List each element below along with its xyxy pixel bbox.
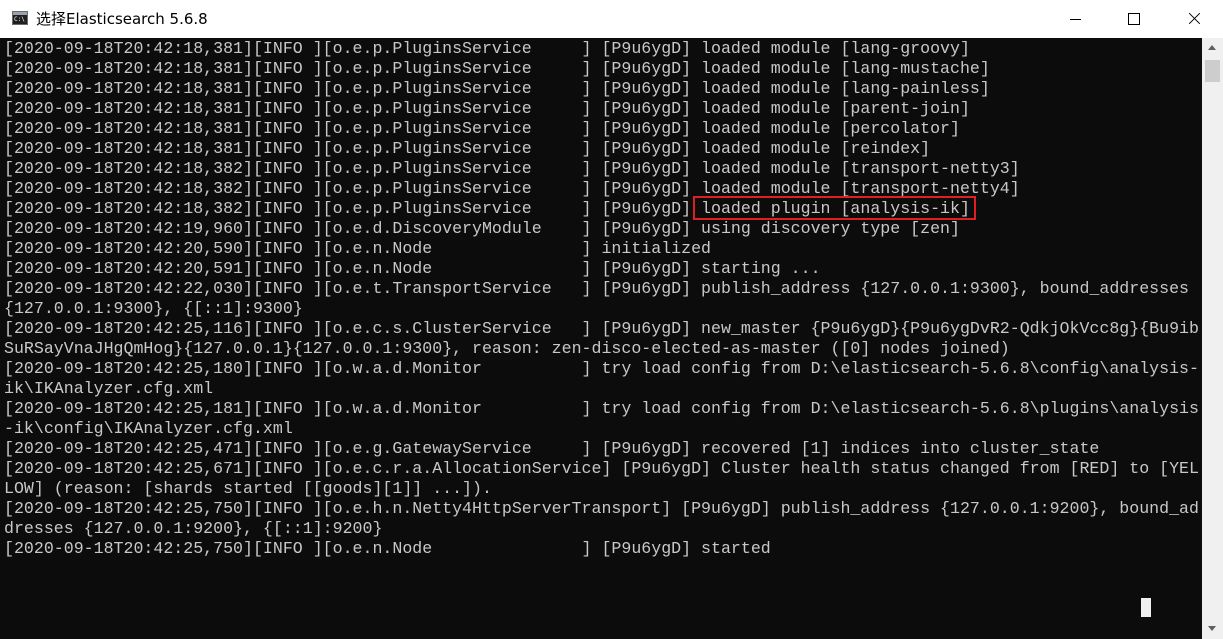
log-line: [2020-09-18T20:42:18,381][INFO ][o.e.p.P… (4, 99, 970, 118)
log-line: [2020-09-18T20:42:25,471][INFO ][o.e.g.G… (4, 439, 1100, 458)
log-line: [2020-09-18T20:42:20,590][INFO ][o.e.n.N… (4, 239, 712, 258)
log-line: [2020-09-18T20:42:18,382][INFO ][o.e.p.P… (4, 179, 1020, 198)
maximize-icon (1128, 13, 1140, 25)
log-line: SuRSayVnaJHgQmHog}{127.0.0.1}{127.0.0.1:… (4, 339, 1010, 358)
console-app-icon[interactable] (12, 11, 28, 25)
log-line: [2020-09-18T20:42:25,180][INFO ][o.w.a.d… (4, 359, 1199, 378)
log-line: [2020-09-18T20:42:18,381][INFO ][o.e.p.P… (4, 79, 990, 98)
log-line: LOW] (reason: [shards started [[goods][1… (4, 479, 492, 498)
close-button[interactable] (1165, 0, 1223, 38)
log-line: {127.0.0.1:9300}, {[::1]:9300} (4, 299, 303, 318)
scroll-up-arrow-icon[interactable] (1202, 38, 1223, 58)
log-line: [2020-09-18T20:42:22,030][INFO ][o.e.t.T… (4, 279, 1189, 298)
log-line: -ik\config\IKAnalyzer.cfg.xml (4, 419, 293, 438)
console-window: 选择Elasticsearch 5.6.8 [2020-09-18T20:42:… (0, 0, 1223, 639)
log-line: [2020-09-18T20:42:25,181][INFO ][o.w.a.d… (4, 399, 1199, 418)
scroll-thumb[interactable] (1205, 60, 1220, 82)
minimize-button[interactable] (1046, 0, 1104, 38)
log-line: ik\IKAnalyzer.cfg.xml (4, 379, 214, 398)
log-line: [2020-09-18T20:42:18,381][INFO ][o.e.p.P… (4, 139, 931, 158)
log-lines: [2020-09-18T20:42:18,381][INFO ][o.e.p.P… (4, 39, 1202, 559)
log-line: [2020-09-18T20:42:25,750][INFO ][o.e.n.N… (4, 539, 771, 558)
window-title: 选择Elasticsearch 5.6.8 (36, 10, 208, 28)
log-line: [2020-09-18T20:42:19,960][INFO ][o.e.d.D… (4, 219, 960, 238)
log-line: [2020-09-18T20:42:18,382][INFO ][o.e.p.P… (4, 159, 1020, 178)
log-line: [2020-09-18T20:42:25,116][INFO ][o.e.c.s… (4, 319, 1199, 338)
minimize-icon (1070, 19, 1081, 20)
log-line: [2020-09-18T20:42:18,382][INFO ][o.e.p.P… (4, 199, 970, 218)
log-line: [2020-09-18T20:42:18,381][INFO ][o.e.p.P… (4, 39, 970, 58)
title-bar[interactable]: 选择Elasticsearch 5.6.8 (0, 0, 1223, 39)
highlight-box (693, 196, 976, 220)
log-line: dresses {127.0.0.1:9200}, {[::1]:9200} (4, 519, 383, 538)
maximize-button[interactable] (1105, 0, 1163, 38)
log-line: [2020-09-18T20:42:18,381][INFO ][o.e.p.P… (4, 59, 990, 78)
text-cursor (1141, 598, 1151, 617)
log-line: [2020-09-18T20:42:18,381][INFO ][o.e.p.P… (4, 119, 960, 138)
log-line: [2020-09-18T20:42:25,671][INFO ][o.e.c.r… (4, 459, 1199, 478)
log-line: [2020-09-18T20:42:20,591][INFO ][o.e.n.N… (4, 259, 821, 278)
console-output[interactable]: [2020-09-18T20:42:18,381][INFO ][o.e.p.P… (0, 38, 1202, 639)
vertical-scrollbar[interactable] (1202, 38, 1223, 639)
scroll-down-arrow-icon[interactable] (1202, 619, 1223, 639)
log-line: [2020-09-18T20:42:25,750][INFO ][o.e.h.n… (4, 499, 1199, 518)
